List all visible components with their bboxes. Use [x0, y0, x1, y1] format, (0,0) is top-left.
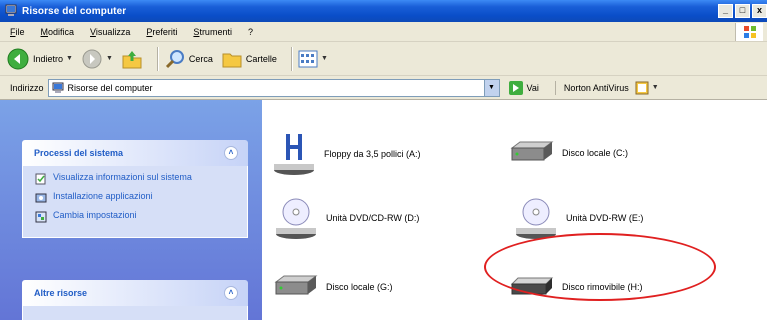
optical-drive-icon — [516, 198, 556, 239]
forward-dropdown-icon[interactable]: ▼ — [106, 55, 113, 62]
task-view-system-info[interactable]: Visualizza informazioni sul sistema — [35, 172, 237, 185]
collapse-chevron-icon[interactable]: ˄ — [224, 146, 238, 160]
drive-item-d[interactable]: Unità DVD/CD-RW (D:) — [274, 196, 419, 240]
address-dropdown-icon[interactable]: ▼ — [483, 79, 499, 96]
drive-label: Unità DVD/CD-RW (D:) — [326, 213, 420, 223]
menu-bar: File Modifica Visualizza Preferiti Strum… — [0, 22, 767, 42]
system-info-icon — [35, 173, 46, 185]
toolbar: Indietro ▼ ▼ Cerca Cartelle ▼ — [0, 42, 767, 76]
address-input[interactable]: Risorse del computer ▼ — [47, 78, 500, 97]
task-label: Installazione applicazioni — [53, 191, 153, 201]
up-folder-icon — [122, 50, 142, 68]
up-folder-button[interactable] — [121, 48, 143, 70]
norton-label: Norton AntiVirus — [563, 82, 629, 93]
menu-help[interactable]: ? — [248, 27, 253, 37]
drive-item-a[interactable]: Floppy da 3,5 pollici (A:) — [272, 132, 421, 176]
menu-file[interactable]: File — [10, 27, 25, 37]
views-button[interactable]: ▼ — [298, 50, 328, 68]
folders-icon — [222, 53, 242, 67]
forward-button[interactable]: ▼ — [81, 48, 113, 70]
title-bar[interactable]: Risorse del computer _ □ x — [0, 0, 767, 22]
toolbar-separator — [290, 46, 292, 71]
norton-icon — [635, 81, 649, 94]
menu-visualizza[interactable]: Visualizza — [90, 27, 130, 37]
maximize-button[interactable]: □ — [735, 4, 750, 18]
back-dropdown-icon[interactable]: ▼ — [66, 55, 73, 62]
window-title: Risorse del computer — [22, 5, 127, 17]
task-add-remove-programs[interactable]: Installazione applicazioni — [35, 191, 237, 204]
task-change-settings[interactable]: Cambia impostazioni — [35, 210, 237, 223]
views-dropdown-icon[interactable]: ▼ — [321, 55, 328, 62]
task-label: Visualizza informazioni sul sistema — [53, 172, 192, 182]
folders-button[interactable]: Cartelle — [221, 48, 277, 70]
system-tasks-header[interactable]: Processi del sistema ˄ — [22, 140, 248, 166]
go-button[interactable]: Vai — [508, 80, 539, 96]
go-arrow-icon — [508, 80, 523, 95]
drive-item-c[interactable]: Disco locale (C:) — [508, 138, 628, 168]
control-panel-icon — [35, 211, 47, 223]
optical-drive-icon — [276, 198, 316, 239]
forward-arrow-icon — [82, 49, 102, 68]
computer-icon — [52, 82, 64, 93]
system-tasks-title: Processi del sistema — [34, 148, 124, 158]
windows-logo-icon — [735, 23, 763, 41]
back-label: Indietro — [33, 53, 64, 64]
drive-item-g[interactable]: Disco locale (G:) — [272, 272, 393, 302]
task-pane: Processi del sistema ˄ Visualizza inform… — [0, 100, 262, 320]
close-button[interactable]: x — [752, 4, 767, 18]
other-places-title: Altre risorse — [34, 288, 88, 298]
other-places-header[interactable]: Altre risorse ˄ — [22, 280, 248, 306]
minimize-button[interactable]: _ — [718, 4, 733, 18]
drive-label: Floppy da 3,5 pollici (A:) — [324, 149, 421, 159]
folders-label: Cartelle — [245, 53, 277, 64]
norton-dropdown-icon[interactable]: ▼ — [652, 84, 659, 91]
address-label: Indirizzo — [10, 82, 44, 93]
other-places-panel: Altre risorse ˄ — [22, 280, 248, 320]
views-icon — [298, 50, 318, 67]
drive-label: Disco locale (C:) — [562, 148, 629, 158]
back-arrow-icon — [7, 48, 29, 69]
collapse-chevron-icon[interactable]: ˄ — [224, 286, 238, 300]
back-button[interactable]: Indietro ▼ — [6, 47, 73, 71]
hard-disk-icon — [510, 141, 554, 161]
norton-toolbar[interactable]: Norton AntiVirus ▼ — [554, 80, 659, 95]
menu-strumenti[interactable]: Strumenti — [193, 27, 232, 37]
hard-disk-icon — [274, 275, 318, 295]
address-bar: Indirizzo Risorse del computer ▼ Vai Nor… — [0, 76, 767, 100]
search-label: Cerca — [188, 53, 213, 64]
go-label: Vai — [526, 82, 539, 93]
install-programs-icon — [35, 193, 47, 203]
toolbar-separator — [156, 46, 158, 71]
floppy-drive-icon — [274, 134, 314, 175]
menu-modifica[interactable]: Modifica — [41, 27, 75, 37]
highlight-circle — [484, 233, 716, 301]
search-icon — [165, 49, 184, 68]
address-value: Risorse del computer — [67, 82, 153, 93]
computer-icon — [5, 4, 17, 16]
task-label: Cambia impostazioni — [53, 210, 137, 220]
drive-label: Disco locale (G:) — [326, 282, 393, 292]
system-tasks-panel: Processi del sistema ˄ Visualizza inform… — [22, 140, 248, 238]
menu-preferiti[interactable]: Preferiti — [146, 27, 177, 37]
search-button[interactable]: Cerca — [164, 48, 213, 70]
drive-label: Unità DVD-RW (E:) — [566, 213, 644, 223]
